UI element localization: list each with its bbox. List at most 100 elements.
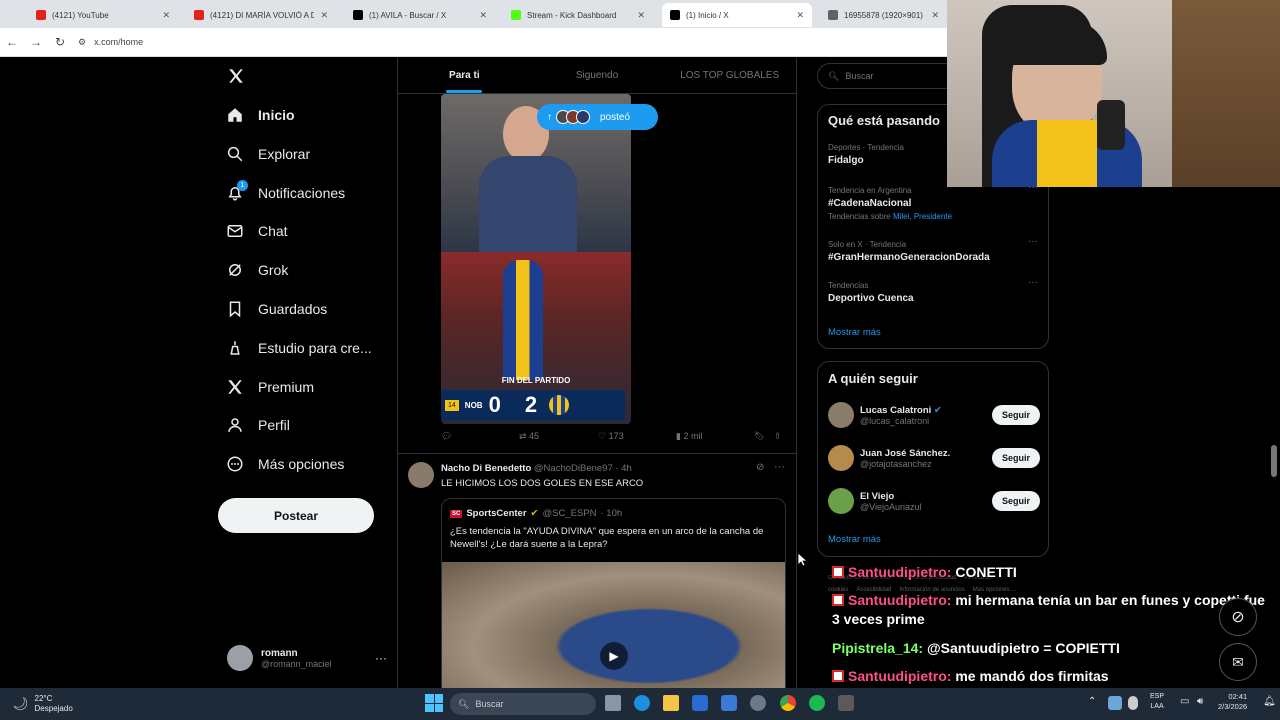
- new-posts-pill[interactable]: ↑ posteó: [537, 104, 658, 130]
- share-icon[interactable]: ⇧: [774, 431, 782, 442]
- volume-icon[interactable]: 🔊︎: [1197, 696, 1203, 707]
- nav-item-more-circle[interactable]: Más opciones: [226, 455, 344, 473]
- site-info-icon[interactable]: ⚙: [78, 37, 86, 48]
- clock[interactable]: 02:41 2/3/2026: [1218, 692, 1247, 712]
- chrome-icon[interactable]: [780, 695, 796, 711]
- subscriber-badge-icon: [832, 594, 844, 606]
- trend-item[interactable]: Tendencias Deportivo Cuenca: [828, 281, 914, 304]
- close-icon[interactable]: ✕: [479, 10, 487, 21]
- follow-suggestion[interactable]: Lucas Calatroni ✔ @lucas_calatroni Seguir: [828, 398, 1040, 432]
- tweet-media[interactable]: FIN DEL PARTIDO 14 NOB 0 2: [441, 94, 631, 424]
- forward-arrow-icon[interactable]: →: [24, 35, 48, 49]
- like-button[interactable]: ♡ 173: [598, 431, 624, 442]
- follow-button[interactable]: Seguir: [991, 405, 1040, 425]
- messages-icon[interactable]: ✉: [1219, 643, 1257, 681]
- browser-tab[interactable]: (1) AVILA - Buscar / X ✕: [345, 3, 495, 27]
- search-input[interactable]: 🔍︎ Buscar: [817, 63, 957, 89]
- more-dots-icon[interactable]: ···: [375, 651, 387, 665]
- notification-bell-icon[interactable]: 🔔︎: [1263, 696, 1276, 707]
- browser-tab[interactable]: (4121) YouTube ✕: [28, 3, 178, 27]
- scrollbar[interactable]: [1271, 445, 1277, 477]
- nav-item-label: Chat: [258, 223, 288, 240]
- nav-item-x-logo[interactable]: Premium: [226, 378, 314, 396]
- chevron-up-icon[interactable]: ⌃: [1088, 696, 1096, 707]
- browser-tab[interactable]: 16955878 (1920×901) ✕: [820, 3, 947, 27]
- close-icon[interactable]: ✕: [637, 10, 645, 21]
- close-icon[interactable]: ✕: [320, 10, 328, 21]
- bookmark-icon[interactable]: 🔖︎: [754, 431, 765, 442]
- nav-item-search[interactable]: Explorar: [226, 145, 310, 163]
- windows-start-icon[interactable]: [425, 694, 443, 712]
- spotify-icon[interactable]: [809, 695, 825, 711]
- nav-item-bell[interactable]: 1 Notificaciones: [226, 179, 345, 202]
- follow-show-more-link[interactable]: Mostrar más: [828, 534, 881, 545]
- url-field[interactable]: ⚙ x.com/home: [78, 37, 143, 48]
- browser-tab[interactable]: Stream - Kick Dashboard ✕: [503, 3, 653, 27]
- grok-icon[interactable]: ⊘: [1219, 598, 1257, 636]
- tweet-author[interactable]: Nacho Di Benedetto: [441, 463, 531, 474]
- play-icon[interactable]: ▶: [600, 642, 628, 670]
- trend-item[interactable]: Solo en X · Tendencia #GranHermanoGenerac…: [828, 240, 990, 263]
- tweet-time[interactable]: · 4h: [615, 463, 631, 474]
- tab-title: (4121) DI MARÍA VOLVIÓ A DAR: [210, 10, 315, 20]
- quoted-tweet[interactable]: SC SportsCenter ✔ @SC_ESPN · 10h ¿Es ten…: [441, 498, 786, 688]
- trends-show-more-link[interactable]: Mostrar más: [828, 327, 881, 338]
- follow-suggestion[interactable]: El Viejo @ViejoAuriazul Seguir: [828, 484, 1040, 518]
- trend-name: #CadenaNacional: [828, 198, 912, 209]
- more-dots-icon[interactable]: ···: [1028, 277, 1038, 288]
- task-view-icon[interactable]: [605, 695, 621, 711]
- app-icon[interactable]: [838, 695, 854, 711]
- clock-date: 2/3/2026: [1218, 702, 1248, 711]
- weather-widget[interactable]: 🌙︎ 22°C Despejado: [12, 694, 73, 714]
- retweet-button[interactable]: ⇄ 45: [519, 431, 539, 442]
- nav-item-mail[interactable]: Chat: [226, 222, 288, 240]
- close-icon[interactable]: ✕: [162, 10, 170, 21]
- avatar[interactable]: [408, 462, 434, 488]
- nav-item-bookmark[interactable]: Guardados: [226, 300, 327, 318]
- file-explorer-icon[interactable]: [663, 695, 679, 711]
- follow-button[interactable]: Seguir: [991, 448, 1040, 468]
- verified-gold-icon: ✔: [530, 508, 539, 519]
- follow-suggestion[interactable]: Juan José Sánchez. @jotajotasanchez Seguir: [828, 441, 1040, 475]
- tab-siguiendo[interactable]: Siguendo: [531, 58, 664, 93]
- tab-top-globales[interactable]: LOS TOP GLOBALES: [663, 58, 796, 93]
- browser-tab[interactable]: (1) Inicio / X ✕: [662, 3, 812, 27]
- tray-app-icon[interactable]: [1108, 696, 1122, 710]
- tab-para-ti[interactable]: Para ti: [398, 58, 531, 93]
- network-icon[interactable]: ▭: [1180, 696, 1189, 707]
- grok-icon[interactable]: ⊘: [756, 462, 764, 473]
- nav-item-creator-studio[interactable]: Estudio para cre...: [226, 339, 372, 357]
- close-icon[interactable]: ✕: [796, 10, 804, 21]
- user-icon: [226, 416, 244, 434]
- mail-app-icon[interactable]: [721, 695, 737, 711]
- follow-button[interactable]: Seguir: [991, 491, 1040, 511]
- back-arrow-icon[interactable]: ←: [0, 35, 24, 49]
- close-icon[interactable]: ✕: [931, 10, 939, 21]
- windows-taskbar: 🌙︎ 22°C Despejado 🔍︎ Buscar ⌃ ESP LAA ▭ …: [0, 688, 1280, 720]
- app-icon[interactable]: [750, 695, 766, 711]
- taskbar-search-input[interactable]: 🔍︎ Buscar: [450, 693, 596, 715]
- account-switcher[interactable]: romann @romann_maciel ···: [227, 642, 387, 674]
- views-button[interactable]: ▮ 2 mil: [676, 431, 702, 442]
- post-button[interactable]: Postear: [218, 498, 374, 533]
- browser-tab[interactable]: (4121) DI MARÍA VOLVIÓ A DAR ✕: [186, 3, 336, 27]
- more-dots-icon[interactable]: ···: [774, 461, 785, 473]
- language-indicator[interactable]: ESP LAA: [1150, 692, 1164, 712]
- tweet-handle[interactable]: @NachoDiBene97: [534, 463, 613, 474]
- more-dots-icon[interactable]: ···: [1028, 236, 1038, 247]
- trend-extra-links[interactable]: Milei, Presidente: [893, 212, 952, 221]
- edge-icon[interactable]: [634, 695, 650, 711]
- store-icon[interactable]: [692, 695, 708, 711]
- trend-item[interactable]: Tendencia en Argentina #CadenaNacional Ten…: [828, 186, 952, 221]
- trend-name: Fidalgo: [828, 155, 864, 166]
- nav-item-home[interactable]: Inicio: [226, 106, 295, 124]
- nav-item-user[interactable]: Perfil: [226, 416, 290, 434]
- nav-item-grok[interactable]: Grok: [226, 261, 288, 279]
- retweet-count: 45: [529, 431, 540, 441]
- microphone-icon[interactable]: [1128, 696, 1138, 710]
- trend-item[interactable]: Deportes · Tendencia Fidalgo: [828, 143, 904, 166]
- home-icon: [226, 106, 244, 124]
- reload-icon[interactable]: ↻: [48, 35, 72, 49]
- reply-icon[interactable]: 💬︎: [441, 431, 452, 442]
- video-thumbnail[interactable]: ▶: [442, 562, 785, 688]
